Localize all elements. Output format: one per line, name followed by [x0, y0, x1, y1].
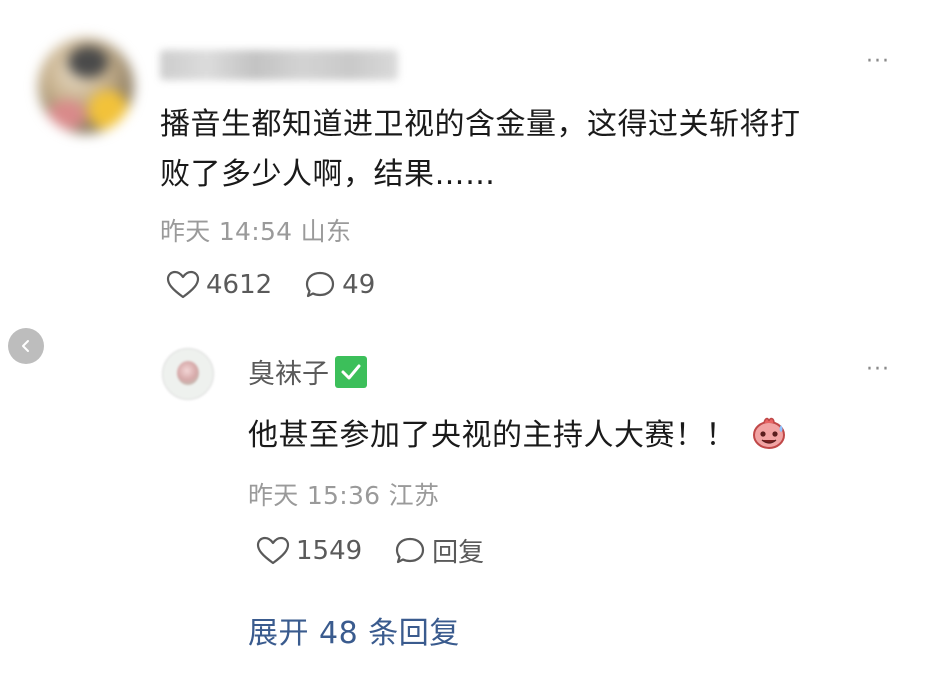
comment-location: 山东: [300, 217, 352, 246]
comment-text: 播音生都知道进卫视的含金量，这得过关斩将打 败了多少人啊，结果……: [160, 100, 880, 200]
like-button[interactable]: 4612: [166, 270, 272, 300]
reply-button[interactable]: 回复: [394, 532, 484, 569]
reply-author: 臭袜子: [248, 352, 367, 391]
comment-text-line: 败了多少人啊，结果……: [160, 157, 496, 192]
more-options-button[interactable]: ···: [858, 357, 898, 382]
reply-text: 他甚至参加了央视的主持人大赛！！: [248, 410, 788, 454]
reply-label: 回复: [432, 538, 485, 568]
chevron-left-icon: [22, 340, 29, 352]
speech-bubble-icon: [396, 537, 425, 563]
reply-actions: 1549 回复: [256, 532, 484, 569]
ellipsis-icon: ···: [866, 357, 890, 382]
heart-icon: [166, 270, 200, 299]
like-button[interactable]: 1549: [256, 536, 362, 566]
comment-text-line: 播音生都知道进卫视的含金量，这得过关斩将打: [160, 107, 801, 142]
reply-author-name[interactable]: 臭袜子: [248, 352, 329, 391]
like-count: 4612: [206, 270, 273, 300]
expand-replies-link[interactable]: 展开 48 条回复: [248, 608, 460, 652]
reply-meta: 昨天 15:36 江苏: [248, 476, 439, 512]
sweat-smile-emoji-icon: [753, 417, 785, 449]
comment-actions: 4612 49: [166, 270, 375, 300]
verified-badge: [335, 355, 367, 388]
checkmark-icon: [341, 364, 361, 379]
heart-icon: [256, 536, 290, 564]
reply-text-content: 他甚至参加了央视的主持人大赛！！: [248, 418, 736, 453]
reply-count: 49: [342, 270, 376, 300]
author-name-blurred[interactable]: [160, 50, 398, 80]
comment-button[interactable]: 49: [304, 270, 375, 300]
back-button[interactable]: [8, 328, 44, 364]
like-count: 1549: [296, 535, 363, 566]
ellipsis-icon: ···: [866, 49, 890, 74]
reply-time: 昨天 15:36: [248, 481, 381, 510]
comment-meta: 昨天 14:54 山东: [160, 212, 351, 248]
speech-bubble-icon: [306, 271, 335, 298]
comment-time: 昨天 14:54: [160, 217, 293, 246]
avatar[interactable]: [38, 38, 134, 134]
comment-thread: ··· 播音生都知道进卫视的含金量，这得过关斩将打 败了多少人啊，结果…… 昨天…: [0, 0, 942, 677]
reply-location: 江苏: [388, 481, 440, 510]
avatar[interactable]: [162, 348, 214, 400]
more-options-button[interactable]: ···: [858, 49, 898, 74]
